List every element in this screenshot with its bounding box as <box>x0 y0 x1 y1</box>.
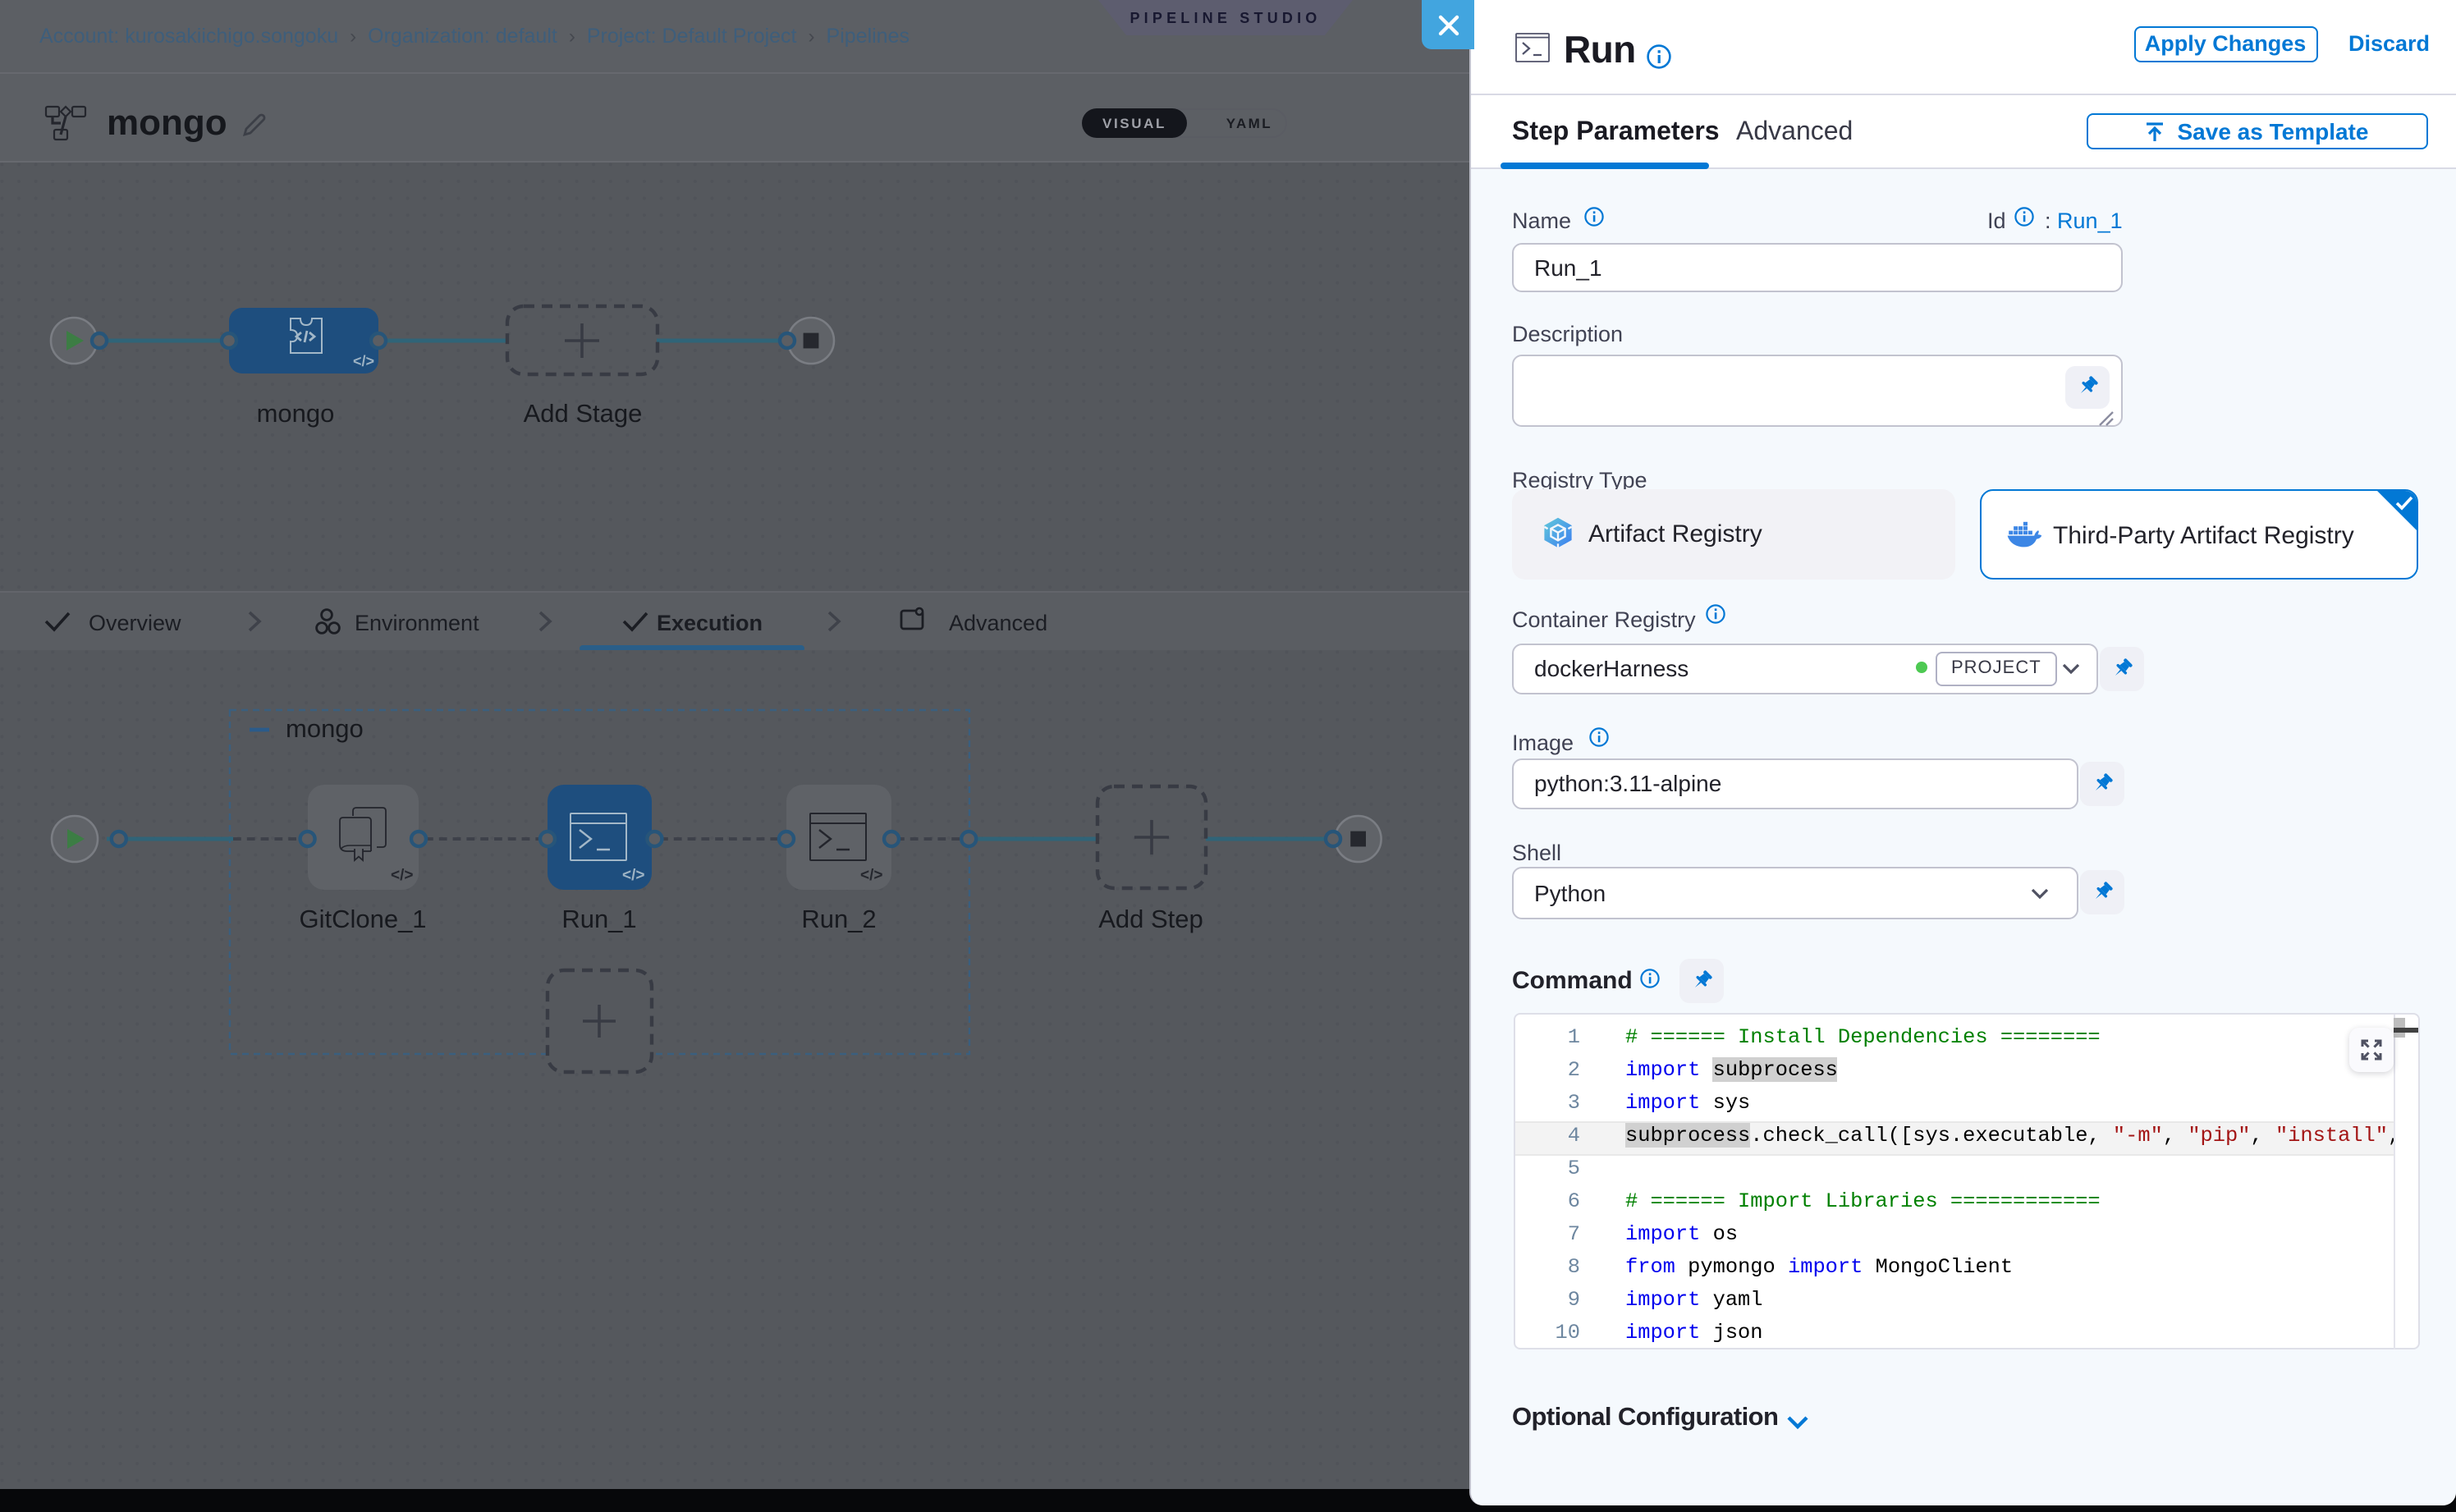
svg-text:</>: </> <box>860 867 882 884</box>
svg-text:Advanced: Advanced <box>949 611 1047 635</box>
svg-text:Environment: Environment <box>355 611 479 635</box>
svg-text:</>: </> <box>622 867 644 884</box>
svg-text:Execution: Execution <box>657 611 763 635</box>
svg-text:</>: </> <box>353 353 374 369</box>
svg-text:</>: </> <box>391 867 413 884</box>
svg-text:Overview: Overview <box>89 611 181 635</box>
